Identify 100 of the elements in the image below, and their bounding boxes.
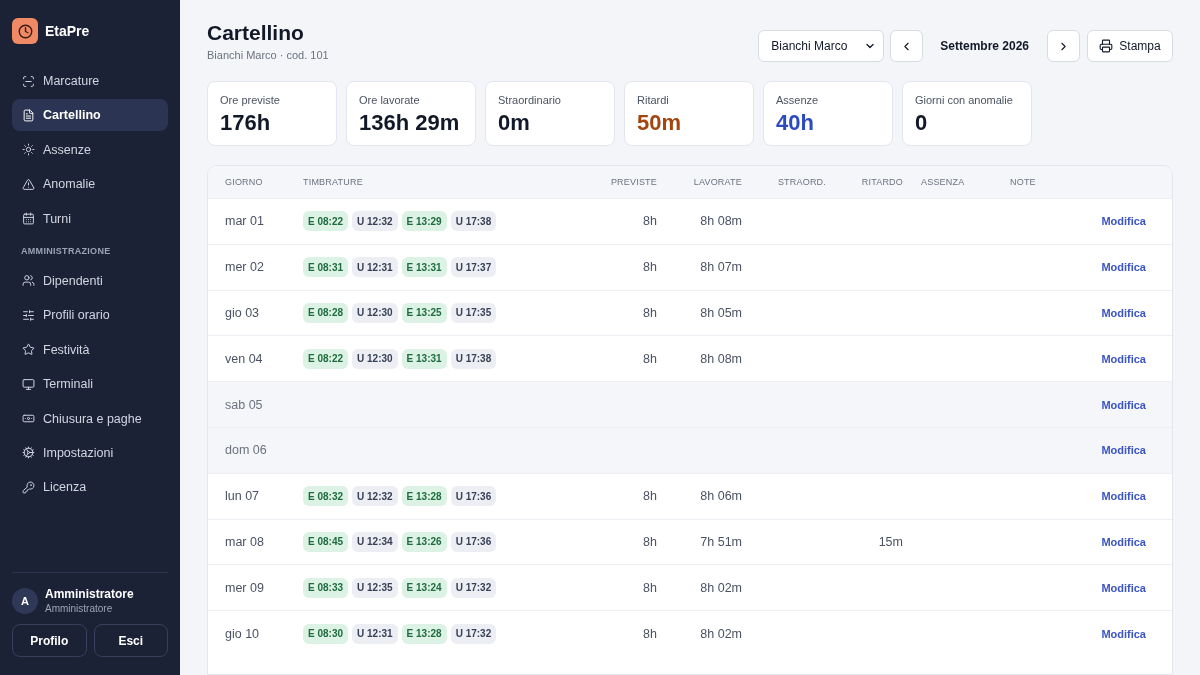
entry-punch: E 13:28 bbox=[401, 486, 447, 507]
edit-link[interactable]: Modifica bbox=[1101, 490, 1146, 503]
key-icon bbox=[22, 480, 35, 494]
sidebar-item[interactable]: Festività bbox=[12, 333, 168, 366]
entry-punch: E 08:22 bbox=[303, 348, 349, 369]
planned-hours-cell: 8h bbox=[643, 489, 657, 504]
worked-hours-cell: 8h 02m bbox=[700, 580, 742, 595]
sidebar-item[interactable]: Licenza bbox=[12, 471, 168, 504]
entry-punch: E 13:31 bbox=[401, 348, 447, 369]
edit-link[interactable]: Modifica bbox=[1101, 535, 1146, 548]
sun-icon bbox=[22, 143, 35, 157]
exit-punch: U 17:38 bbox=[450, 211, 497, 232]
document-icon bbox=[22, 108, 35, 122]
banknote-icon bbox=[22, 412, 35, 425]
exit-punch: U 17:36 bbox=[450, 486, 497, 507]
stat-value: 0 bbox=[915, 110, 929, 136]
sidebar-item[interactable]: Impostazioni bbox=[12, 436, 168, 469]
late-cell: 15m bbox=[878, 534, 903, 549]
worked-hours-cell: 7h 51m bbox=[700, 534, 742, 549]
planned-hours-cell: 8h bbox=[643, 580, 657, 595]
scan-icon bbox=[22, 74, 35, 88]
stat-value: 40h bbox=[776, 110, 815, 136]
day-cell: mar 01 bbox=[225, 214, 264, 229]
exit-punch: U 17:35 bbox=[450, 303, 497, 323]
monitor-icon bbox=[22, 377, 35, 391]
sidebar-item[interactable]: Profili orario bbox=[12, 299, 168, 332]
calendar-icon bbox=[22, 212, 35, 226]
worked-hours-cell: 8h 08m bbox=[700, 214, 742, 229]
exit-punch: U 17:38 bbox=[450, 348, 497, 369]
entry-punch: E 13:29 bbox=[401, 211, 447, 232]
logout-button[interactable]: Esci bbox=[93, 624, 168, 657]
sidebar-item[interactable]: Cartellino bbox=[12, 99, 168, 132]
day-cell: lun 07 bbox=[225, 489, 260, 504]
planned-hours-cell: 8h bbox=[643, 306, 657, 320]
entry-punch: E 08:32 bbox=[303, 486, 349, 507]
day-cell: sab 05 bbox=[225, 397, 263, 412]
sidebar-item[interactable]: Terminali bbox=[12, 368, 168, 401]
entry-punch: E 08:28 bbox=[303, 303, 349, 323]
planned-hours-cell: 8h bbox=[643, 214, 657, 229]
planned-hours-cell: 8h bbox=[643, 260, 657, 275]
sidebar-item[interactable]: Assenze bbox=[12, 133, 168, 166]
sidebar-item[interactable]: Dipendenti bbox=[12, 264, 168, 297]
page-title: Cartellino bbox=[207, 21, 305, 45]
stat-label: Ore previste bbox=[220, 94, 281, 106]
exit-punch: U 12:32 bbox=[352, 211, 398, 232]
user-name: Amministratore bbox=[45, 587, 134, 601]
exit-punch: U 12:35 bbox=[352, 577, 398, 598]
sidebar-item[interactable]: Marcature bbox=[12, 65, 168, 97]
employee-select[interactable]: Bianchi Marco bbox=[758, 30, 885, 62]
settings-icon bbox=[22, 446, 35, 460]
edit-link[interactable]: Modifica bbox=[1101, 444, 1146, 457]
previous-month-button[interactable] bbox=[890, 30, 924, 62]
entry-punch: E 08:30 bbox=[303, 623, 349, 644]
sidebar-item[interactable]: Chiusura e paghe bbox=[12, 402, 168, 435]
stat-value: 136h 29m bbox=[359, 110, 461, 136]
sidebar-item[interactable]: Turni bbox=[12, 202, 168, 235]
worked-hours-cell: 8h 05m bbox=[700, 306, 742, 320]
next-month-button[interactable] bbox=[1047, 30, 1080, 62]
planned-hours-cell: 8h bbox=[643, 626, 657, 641]
day-cell: gio 10 bbox=[225, 626, 260, 641]
edit-link[interactable]: Modifica bbox=[1101, 215, 1146, 228]
worked-hours-cell: 8h 07m bbox=[700, 260, 742, 275]
edit-link[interactable]: Modifica bbox=[1101, 627, 1146, 640]
entry-punch: E 08:31 bbox=[303, 257, 349, 278]
exit-punch: U 17:36 bbox=[450, 531, 497, 552]
exit-punch: U 12:31 bbox=[352, 623, 398, 644]
stat-value: 0m bbox=[498, 110, 531, 136]
printer-icon bbox=[1099, 39, 1114, 53]
stat-label: Assenze bbox=[776, 94, 820, 106]
day-cell: ven 04 bbox=[225, 351, 263, 366]
sliders-icon bbox=[22, 308, 35, 322]
brand-name: EtaPre bbox=[45, 23, 90, 39]
edit-link[interactable]: Modifica bbox=[1101, 352, 1146, 365]
user-avatar: A bbox=[12, 587, 38, 614]
print-button[interactable]: Stampa bbox=[1087, 30, 1173, 62]
stat-value: 50m bbox=[637, 110, 683, 136]
sidebar-item[interactable]: Anomalie bbox=[12, 168, 168, 201]
month-label: Settembre 2026 bbox=[940, 39, 1029, 53]
edit-link[interactable]: Modifica bbox=[1101, 398, 1146, 411]
exit-punch: U 12:32 bbox=[352, 486, 398, 507]
worked-hours-cell: 8h 06m bbox=[700, 489, 742, 504]
day-cell: gio 03 bbox=[225, 306, 260, 320]
edit-link[interactable]: Modifica bbox=[1101, 307, 1146, 319]
entry-punch: E 13:24 bbox=[401, 577, 447, 598]
column-header: RITARDO bbox=[861, 177, 903, 187]
column-header: NOTE bbox=[1010, 177, 1036, 187]
column-header: LAVORATE bbox=[693, 177, 742, 187]
edit-link[interactable]: Modifica bbox=[1101, 261, 1146, 274]
entry-punch: E 13:28 bbox=[401, 623, 447, 644]
column-header: ASSENZA bbox=[921, 177, 965, 187]
stat-value: 176h bbox=[220, 110, 272, 136]
page-subtitle: Bianchi Marco · cod. 101 bbox=[207, 49, 329, 62]
warning-icon bbox=[22, 177, 35, 191]
column-header: GIORNO bbox=[225, 177, 263, 187]
worked-hours-cell: 8h 08m bbox=[700, 351, 742, 366]
clock-logo-icon bbox=[12, 18, 38, 44]
column-header: STRAORD. bbox=[777, 177, 826, 187]
profile-button[interactable]: Profilo bbox=[12, 624, 87, 657]
entry-punch: E 08:45 bbox=[303, 531, 349, 552]
edit-link[interactable]: Modifica bbox=[1101, 581, 1146, 594]
